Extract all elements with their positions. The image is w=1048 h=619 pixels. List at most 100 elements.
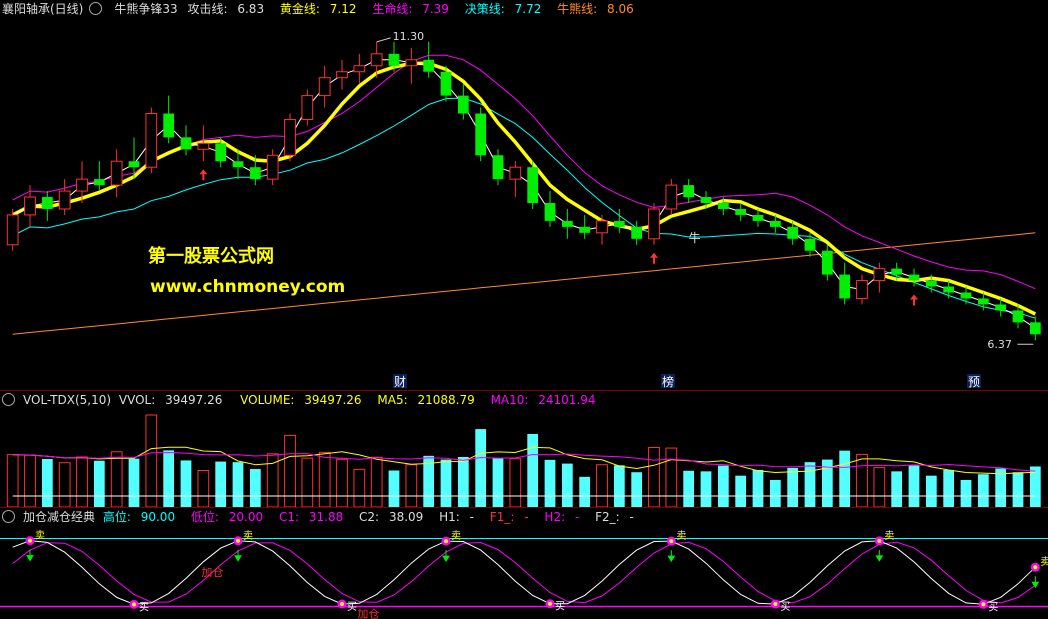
sell-arrow-icon xyxy=(1031,576,1040,589)
volume-bar xyxy=(93,460,105,507)
volume-chart[interactable] xyxy=(0,409,1048,507)
candle-body xyxy=(197,142,210,150)
decision-value: 7.72 xyxy=(514,2,542,16)
watermark-title: 第一股票公式网 xyxy=(148,246,274,267)
sell-signal-core xyxy=(444,539,448,544)
volume-bar xyxy=(995,468,1007,507)
volume-bar xyxy=(197,469,210,507)
candle-body xyxy=(440,71,452,96)
candle-body xyxy=(891,268,903,275)
candle-body xyxy=(700,197,712,203)
ma5-label: MA5: xyxy=(377,393,408,407)
volume-bar xyxy=(683,470,695,507)
candle-body xyxy=(960,292,972,299)
buy-arrow-icon xyxy=(199,169,208,181)
sell-label: 卖 xyxy=(1040,556,1048,568)
sell-arrow-icon xyxy=(442,550,450,563)
candle-body xyxy=(301,95,314,120)
candle-body xyxy=(163,113,175,138)
candle-body xyxy=(110,160,123,186)
candle-body xyxy=(93,179,105,186)
high-pointer xyxy=(376,37,391,43)
oscillator-chart[interactable]: 卖买卖买卖买卖买卖买卖加仓加仓 xyxy=(0,526,1048,619)
candle-body xyxy=(58,190,71,210)
f1-value: - xyxy=(524,510,529,524)
candle-body xyxy=(76,178,88,192)
candle-body xyxy=(977,298,989,305)
add-position-label: 加仓 xyxy=(201,565,223,579)
sell-signal-core xyxy=(28,538,32,543)
candle-body xyxy=(353,65,366,73)
c2-label: C2: xyxy=(359,510,380,524)
volume-label: VOLUME: xyxy=(240,393,295,407)
volume-bar xyxy=(665,447,678,507)
volume-bar xyxy=(370,456,383,507)
candle-body xyxy=(613,220,625,227)
volume-bar xyxy=(336,458,348,507)
candle-body xyxy=(561,220,573,227)
candle-body xyxy=(648,208,660,240)
candle-body xyxy=(1029,322,1041,335)
volume-bar xyxy=(232,462,244,507)
candle-body xyxy=(873,268,886,282)
volume-bar xyxy=(717,465,729,507)
candle-body xyxy=(925,280,937,287)
volume-bar xyxy=(41,458,53,507)
candle-body xyxy=(631,226,643,239)
candle-body xyxy=(908,274,920,281)
volume-bar xyxy=(579,476,591,507)
low-price-label: 6.37 xyxy=(987,338,1012,351)
osc-menu-icon[interactable] xyxy=(2,510,21,524)
volume-bar xyxy=(457,456,469,507)
candle-body xyxy=(856,280,868,299)
stock-name[interactable]: 襄阳轴承(日线) xyxy=(2,2,83,16)
volume-bar xyxy=(492,458,504,507)
h1-label: H1: xyxy=(439,510,460,524)
h2-value: - xyxy=(574,510,580,524)
high-price-label: 11.30 xyxy=(393,30,425,43)
volume-bar xyxy=(648,446,660,507)
volume-bar xyxy=(839,450,851,507)
osc-indicator-name[interactable]: 加仓减仓经典 xyxy=(23,510,95,524)
candle-body xyxy=(388,53,400,66)
candle-body xyxy=(249,167,261,180)
volume-bar xyxy=(215,461,227,507)
candle-body xyxy=(509,166,522,180)
volume-bar xyxy=(908,465,920,507)
candle-body xyxy=(492,155,504,180)
volume-bar xyxy=(873,467,886,507)
sell-arrow-icon xyxy=(875,549,884,562)
volume-menu-icon[interactable] xyxy=(2,393,21,407)
candle-body xyxy=(717,203,729,209)
volume-bar xyxy=(301,457,314,507)
osc-low-value: 20.00 xyxy=(228,510,264,524)
candle-body xyxy=(457,95,469,114)
add-position-label: 加仓 xyxy=(357,606,379,619)
volume-bar xyxy=(856,453,868,507)
buy-signal-core xyxy=(132,602,136,607)
volume-indicator-name[interactable]: VOL-TDX(5,10) xyxy=(23,393,111,407)
volume-bar xyxy=(544,459,556,507)
sell-signal-core xyxy=(236,538,240,543)
candle-body xyxy=(232,161,244,168)
candle-body xyxy=(804,238,816,251)
sell-label: 卖 xyxy=(243,530,253,542)
ma10-value: 24101.94 xyxy=(538,393,596,407)
candle-body xyxy=(943,286,955,293)
candle-body xyxy=(475,113,487,156)
volume-bar xyxy=(631,472,643,507)
osc-high-value: 90.00 xyxy=(140,510,176,524)
c2-value: 38.09 xyxy=(388,510,424,524)
gold-value: 7.12 xyxy=(329,2,357,16)
indicator-name[interactable]: 牛熊争锋33 xyxy=(114,2,177,16)
volume-bar xyxy=(752,469,764,507)
indicator-menu-icon[interactable] xyxy=(89,2,108,16)
volume-bar xyxy=(596,464,608,507)
volume-bar xyxy=(180,460,192,507)
volume-bar xyxy=(735,475,747,507)
main-chart-header: 襄阳轴承(日线) 牛熊争锋33 攻击线: 6.83 黄金线: 7.12 生命线: … xyxy=(0,0,1048,18)
candle-body xyxy=(787,226,799,239)
price-chart[interactable]: 11.30 6.37 牛财 榜 预 xyxy=(0,18,1048,390)
c1-value: 31.88 xyxy=(308,510,344,524)
candle-body xyxy=(995,304,1007,311)
